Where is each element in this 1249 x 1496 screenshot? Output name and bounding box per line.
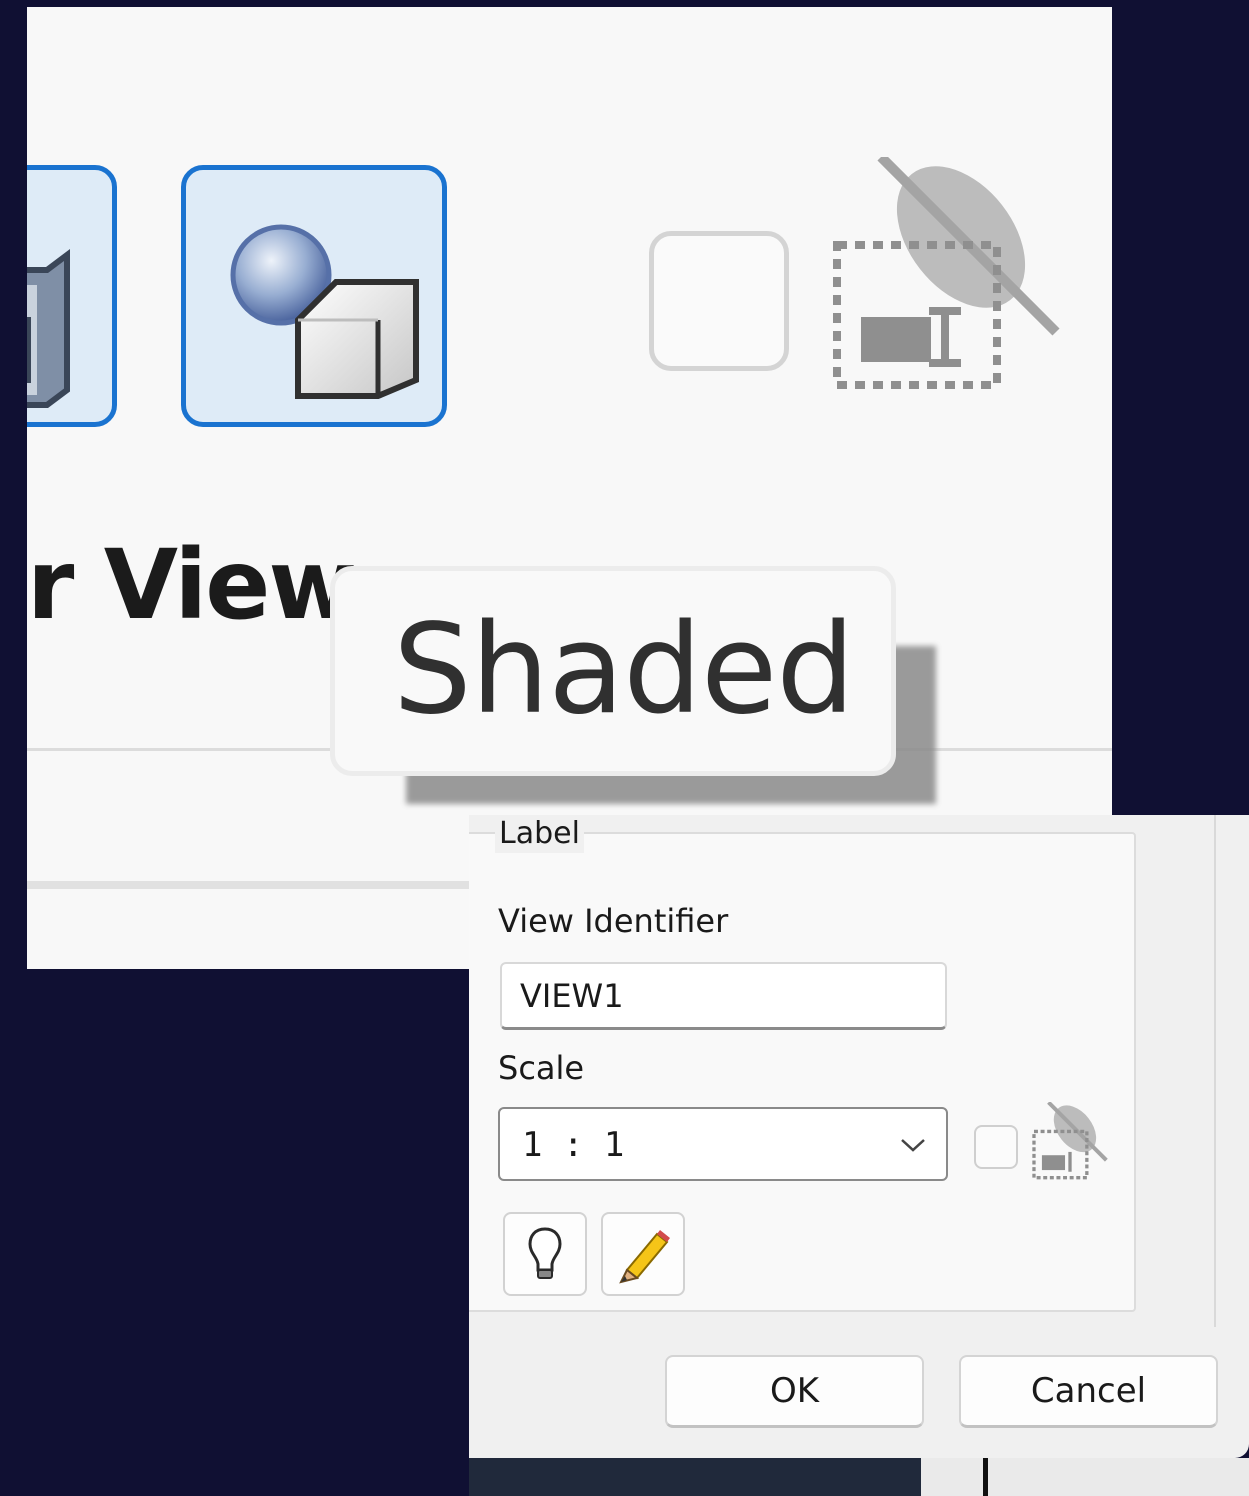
scale-label: Scale [498,1049,585,1087]
view-visibility-icon [831,153,1061,401]
display-toggle-checkbox[interactable] [974,1125,1018,1169]
tooltip-text: Shaded [393,598,855,742]
chevron-down-icon [901,1139,925,1152]
shaded-style-icon [230,224,419,399]
ok-button[interactable]: OK [665,1355,924,1428]
label-group: View Identifier Scale 1 : 1 [469,832,1136,1312]
display-toggle-checkbox-zoomed[interactable] [649,231,789,371]
lightbulb-button[interactable] [503,1212,587,1296]
cancel-button[interactable]: Cancel [959,1355,1218,1428]
separator-line [27,881,487,889]
scale-dropdown[interactable]: 1 : 1 [498,1107,948,1181]
tooltip: Shaded [330,566,896,776]
view-visibility-icon [1032,1100,1108,1186]
partial-view-title: r View [27,529,357,641]
shaded-style-button[interactable] [181,165,447,427]
edit-label-button[interactable] [601,1212,685,1296]
pencil-icon [619,1230,670,1284]
lightbulb-icon [528,1227,562,1279]
background-window-strip [921,1458,1249,1496]
text-cursor [983,1458,988,1496]
view-identifier-label: View Identifier [498,902,729,940]
label-group-title: Label [495,815,584,853]
hidden-lines-style-icon [27,249,70,408]
scale-value: 1 : 1 [522,1125,625,1165]
view-identifier-input[interactable] [500,962,947,1030]
hidden-lines-style-button[interactable] [27,165,117,427]
panel-edge [1214,815,1216,1327]
background-window-strip [469,1458,921,1496]
drawing-view-dialog: View Identifier Scale 1 : 1 [469,815,1249,1458]
